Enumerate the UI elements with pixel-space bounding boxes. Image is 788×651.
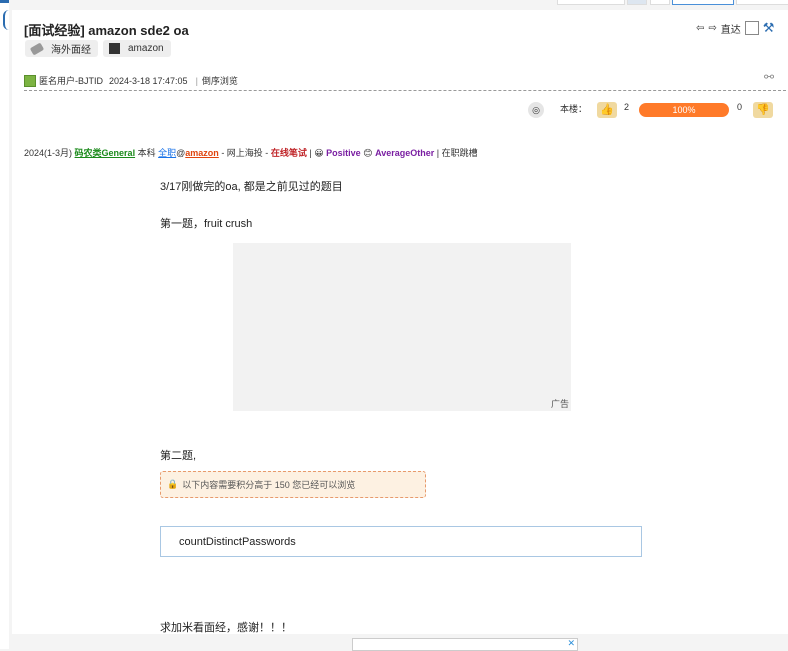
top-tab[interactable] [557,0,625,5]
tag-amazon[interactable]: amazon [103,40,171,57]
upvote-count: 2 [624,102,630,112]
goto-input[interactable] [744,21,759,35]
goto-label: 直达 [720,24,741,36]
smiley-icon: 😊 [363,148,373,158]
tag-label: 海外面经 [51,45,91,56]
author-name[interactable]: 匿名用户-BJTID [39,74,103,87]
thumbs-up-icon[interactable]: 👍 [597,102,617,118]
wrench-icon[interactable]: ⚒ [763,20,775,36]
top-tab[interactable] [736,0,788,5]
meta-period: 2024(1-3月) [24,148,73,158]
downvote-count: 0 [737,102,743,112]
thread-title: [面试经验] amazon sde2 oa [24,23,189,38]
lock-icon: 🔒 [167,479,179,489]
link-icon[interactable]: ⚯ [764,70,774,84]
post-panel: [面试经验] amazon sde2 oa 海外面经 amazon ⇦ ⇨ 直达… [12,10,788,634]
locked-content-notice: 🔒 以下内容需要积分高于 150 您已经可以浏览 [160,471,426,498]
author-row: 匿名用户-BJTID 2024-3-18 17:47:05 | 倒序浏览 [24,74,788,87]
active-indicator [0,0,9,3]
divider: | [195,75,198,86]
interview-meta: 2024(1-3月) 码农类General 本科 全职@amazon - 网上海… [24,146,478,159]
close-icon[interactable]: ✕ [567,638,575,649]
avatar[interactable] [24,74,36,87]
code-text: countDistinctPasswords [179,535,296,548]
content-paragraph: 第一题，fruit crush [160,218,253,230]
meta-category[interactable]: 码农类General [75,148,136,158]
locked-notice-text: 以下内容需要积分高于 150 您已经可以浏览 [182,480,356,490]
meta-experience: Positive [326,148,361,158]
meta-degree: 本科 [137,148,156,158]
top-tab[interactable] [627,0,647,5]
floor-label: 本楼： [560,104,588,114]
dashed-divider [24,90,788,91]
meta-source: - 网上海投 - [221,148,269,158]
tag-icon [29,42,45,55]
thumbs-down-icon[interactable]: 👎 [753,102,773,118]
header-controls: ⇦ ⇨ 直达 ⚒ [696,20,774,36]
tag-overseas[interactable]: 海外面经 [25,40,98,57]
meta-at: @ [176,148,186,158]
top-tab[interactable] [672,0,734,5]
code-block: countDistinctPasswords [160,526,642,557]
content-paragraph: 求加米看面经，感谢！！！ [160,622,292,634]
square-icon [109,43,120,54]
next-arrow-icon[interactable]: ⇨ [708,23,716,34]
left-edge-strip [0,0,9,649]
meta-sep: | [309,148,312,158]
content-paragraph: 第二题, [160,450,197,462]
top-tabs-edge [520,0,788,5]
post-timestamp: 2024-3-18 17:47:05 [109,75,188,86]
meta-status: | 在职跳槽 [436,148,478,158]
meta-difficulty: AverageOther [375,148,435,158]
tag-label: amazon [128,43,164,54]
vote-ratio-bar: 100% [639,103,729,117]
meta-jobtype[interactable]: 全职 [158,148,176,158]
share-icon[interactable]: ◎ [528,102,544,118]
top-tab[interactable] [650,0,670,5]
floating-ad-banner[interactable]: ✕ [352,638,578,651]
ad-placeholder[interactable]: 广告 [233,243,571,411]
prev-arrow-icon[interactable]: ⇦ [696,23,704,34]
reverse-browse-link[interactable]: 倒序浏览 [202,74,238,87]
meta-format: 在线笔试 [270,148,307,158]
meta-company[interactable]: amazon [185,148,219,158]
ad-label: 广告 [550,399,569,409]
collapse-brace-icon[interactable] [3,10,9,30]
smiley-icon: 😀 [314,148,324,158]
content-paragraph: 3/17刚做完的oa, 都是之前见过的题目 [160,181,343,193]
